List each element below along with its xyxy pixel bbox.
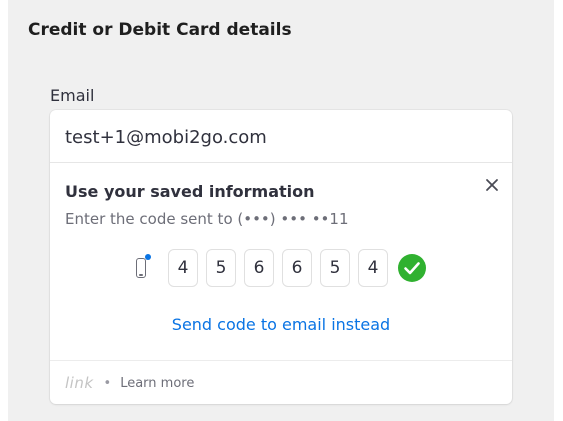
code-sent-subtitle: Enter the code sent to (•••) ••• ••11	[65, 210, 349, 228]
code-digit-6[interactable]: 4	[358, 249, 388, 287]
divider	[50, 162, 512, 163]
check-circle-icon	[398, 254, 426, 282]
phone-icon	[136, 254, 151, 280]
close-icon[interactable]	[484, 177, 500, 193]
code-digit-5[interactable]: 5	[320, 249, 350, 287]
footer-separator: •	[103, 375, 112, 391]
email-field[interactable]: test+1@mobi2go.com	[65, 127, 267, 148]
link-auth-card: test+1@mobi2go.com Use your saved inform…	[50, 110, 512, 404]
saved-info-title: Use your saved information	[65, 182, 315, 201]
code-digit-1[interactable]: 4	[168, 249, 198, 287]
link-footer: link • Learn more	[65, 374, 194, 392]
learn-more-link[interactable]: Learn more	[120, 376, 194, 391]
send-code-to-email-link[interactable]: Send code to email instead	[50, 315, 512, 334]
code-digit-4[interactable]: 6	[282, 249, 312, 287]
link-logo: link	[65, 374, 94, 392]
footer-divider	[50, 360, 512, 361]
code-digit-2[interactable]: 5	[206, 249, 236, 287]
code-digit-3[interactable]: 6	[244, 249, 274, 287]
card-details-panel: Credit or Debit Card details Email test+…	[8, 0, 554, 421]
verification-code-row: 4 5 6 6 5 4	[136, 248, 426, 288]
email-label: Email	[50, 86, 95, 105]
panel-title: Credit or Debit Card details	[28, 20, 292, 40]
